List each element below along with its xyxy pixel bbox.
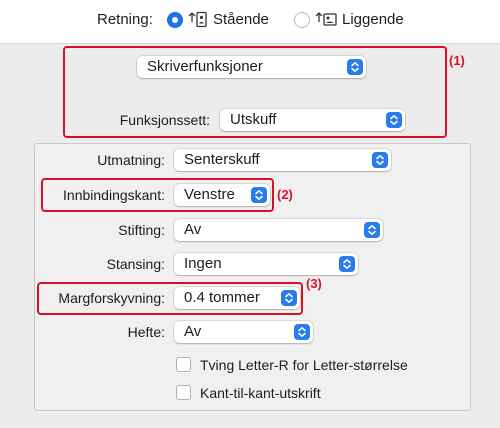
punching-label: Stansing: (106, 256, 165, 272)
booklet-popup[interactable]: Av (174, 321, 313, 343)
stapling-popup[interactable]: Av (174, 219, 383, 241)
landscape-orientation-icon (315, 11, 337, 32)
booklet-value: Av (184, 323, 202, 340)
callout-marker-2: (2) (277, 187, 293, 202)
output-value: Senterskuff (184, 151, 260, 168)
landscape-radio[interactable] (294, 12, 310, 28)
stapling-value: Av (184, 221, 202, 238)
callout-marker-3: (3) (306, 276, 322, 291)
callout-box-1 (63, 46, 447, 138)
punching-popup[interactable]: Ingen (174, 253, 358, 275)
landscape-label[interactable]: Liggende (342, 11, 404, 29)
force-letter-r-checkbox[interactable] (176, 357, 191, 372)
edge-to-edge-checkbox[interactable] (176, 385, 191, 400)
stapling-label: Stifting: (118, 222, 165, 238)
orientation-label: Retning: (97, 11, 153, 28)
popup-chevron-icon (372, 152, 388, 168)
callout-marker-1: (1) (449, 53, 465, 68)
booklet-label: Hefte: (127, 324, 165, 340)
output-popup[interactable]: Senterskuff (174, 149, 391, 171)
callout-box-3 (37, 282, 303, 315)
portrait-orientation-icon (188, 11, 208, 32)
punching-value: Ingen (184, 255, 222, 272)
force-letter-r-label[interactable]: Tving Letter-R for Letter-størrelse (200, 356, 408, 374)
edge-to-edge-label[interactable]: Kant-til-kant-utskrift (200, 384, 321, 402)
output-label: Utmatning: (97, 152, 165, 168)
popup-chevron-icon (364, 222, 380, 238)
portrait-radio[interactable] (167, 12, 183, 28)
callout-box-2 (41, 178, 274, 212)
popup-chevron-icon (339, 256, 355, 272)
portrait-label[interactable]: Stående (213, 11, 269, 29)
popup-chevron-icon (294, 324, 310, 340)
